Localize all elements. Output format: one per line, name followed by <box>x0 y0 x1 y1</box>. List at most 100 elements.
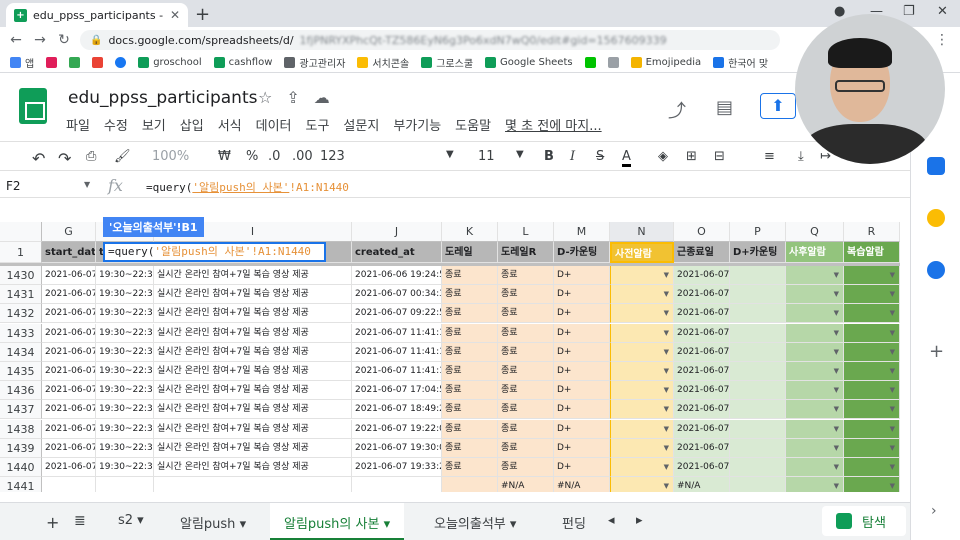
dropdown-arrow-icon[interactable]: ▼ <box>890 304 895 322</box>
table-cell[interactable]: D+ <box>554 438 610 458</box>
table-cell[interactable]: D+ <box>554 458 610 477</box>
menu-data[interactable]: 데이터 <box>256 115 292 134</box>
browser-tab[interactable]: + edu_ppss_participants - Google ✕ <box>6 3 188 27</box>
table-cell[interactable]: 종료 <box>442 419 498 439</box>
header-cell-k[interactable]: 도레일 <box>442 242 498 263</box>
table-cell[interactable]: 실시간 온라인 참여+7일 복습 영상 제공 <box>154 362 352 381</box>
table-cell[interactable]: ▼ <box>786 362 844 381</box>
bookmark-search-console[interactable]: 서치콘솔 <box>357 55 409 70</box>
table-cell[interactable]: D+ <box>554 419 610 439</box>
header-cell-l[interactable]: 도레일R <box>498 242 554 263</box>
menu-format[interactable]: 서식 <box>218 115 242 134</box>
cloud-status-icon[interactable]: ☁ <box>314 88 330 107</box>
bookmark-cashflow[interactable]: cashflow <box>213 57 272 68</box>
table-cell[interactable]: 2021-06-07 <box>42 304 96 324</box>
bookmark-apps[interactable]: 앱 <box>10 55 34 70</box>
font-size-chevron-icon[interactable]: ▼ <box>516 149 524 160</box>
table-cell[interactable]: 19:30~22:30 <box>96 458 154 477</box>
table-cell[interactable]: 실시간 온라인 참여+7일 복습 영상 제공 <box>154 458 352 477</box>
table-cell[interactable]: ▼ <box>610 438 674 458</box>
dropdown-arrow-icon[interactable]: ▼ <box>834 266 839 284</box>
increase-decimal-button[interactable]: .00 <box>292 149 313 164</box>
strikethrough-icon[interactable]: S <box>596 149 604 164</box>
row-header[interactable]: 1435 <box>0 362 42 381</box>
table-cell[interactable]: 실시간 온라인 참여+7일 복습 영상 제공 <box>154 438 352 458</box>
table-cell[interactable]: 실시간 온라인 참여+7일 복습 영상 제공 <box>154 400 352 420</box>
table-cell[interactable]: 2021-06-07 <box>42 285 96 305</box>
table-cell[interactable]: 종료 <box>498 400 554 420</box>
table-cell[interactable]: 2021-06-07 <box>42 381 96 401</box>
dropdown-arrow-icon[interactable]: ▼ <box>834 343 839 361</box>
dropdown-arrow-icon[interactable]: ▼ <box>890 381 895 399</box>
forward-icon[interactable]: → <box>28 32 52 48</box>
column-header-o[interactable]: O <box>674 222 730 242</box>
table-cell[interactable]: ▼ <box>844 362 900 381</box>
menu-help[interactable]: 도움말 <box>455 115 491 134</box>
dropdown-arrow-icon[interactable]: ▼ <box>664 343 669 361</box>
dropdown-arrow-icon[interactable]: ▼ <box>834 420 839 438</box>
reload-icon[interactable]: ↻ <box>52 32 76 48</box>
table-cell[interactable]: 종료 <box>498 438 554 458</box>
expand-panel-icon[interactable]: › <box>931 503 937 519</box>
table-cell[interactable]: 2021-06-07 <box>674 285 730 305</box>
table-cell[interactable]: 2021-06-07 <box>42 438 96 458</box>
column-header-k[interactable]: K <box>442 222 498 242</box>
table-cell[interactable]: 2021-06-07 <box>42 342 96 362</box>
table-cell[interactable]: ▼ <box>844 381 900 401</box>
explore-button[interactable]: 탐색 <box>822 506 906 536</box>
column-header-g[interactable]: G <box>42 222 96 242</box>
restore-icon[interactable]: ❐ <box>903 4 915 19</box>
comments-icon[interactable]: ▤ <box>716 97 733 118</box>
table-cell[interactable]: 실시간 온라인 참여+7일 복습 영상 제공 <box>154 304 352 324</box>
header-cell-q[interactable]: 사후알람 <box>786 242 844 263</box>
dropdown-arrow-icon[interactable]: ▼ <box>664 400 669 418</box>
dropdown-arrow-icon[interactable]: ▼ <box>834 285 839 303</box>
row-header[interactable]: 1441 <box>0 477 42 492</box>
row-header[interactable]: 1 <box>0 242 42 263</box>
table-cell[interactable]: D+ <box>554 362 610 381</box>
table-cell[interactable] <box>730 477 786 492</box>
table-cell[interactable] <box>96 477 154 492</box>
dropdown-arrow-icon[interactable]: ▼ <box>834 381 839 399</box>
table-cell[interactable]: 종료 <box>442 323 498 343</box>
table-cell[interactable]: 종료 <box>442 362 498 381</box>
row-header[interactable]: 1440 <box>0 458 42 477</box>
table-cell[interactable]: 2021-06-07 19:30:00 <box>352 438 442 458</box>
name-box[interactable]: F2 <box>6 179 91 193</box>
header-cell-p[interactable]: D+카운팅 <box>730 242 786 263</box>
table-cell[interactable]: 19:30~22:30 <box>96 400 154 420</box>
trending-icon[interactable]: ⤴ <box>668 97 686 123</box>
present-button[interactable]: ⬆ <box>760 93 796 119</box>
column-header-l[interactable]: L <box>498 222 554 242</box>
currency-button[interactable]: ₩ <box>218 149 231 164</box>
table-cell[interactable] <box>730 323 786 343</box>
cell-editor[interactable]: =query('알림push의 사본'!A1:N1440 <box>103 242 326 262</box>
table-cell[interactable]: 종료 <box>442 381 498 401</box>
menu-addons[interactable]: 부가기능 <box>393 115 441 134</box>
row-header[interactable]: 1437 <box>0 400 42 420</box>
bookmark-emojipedia[interactable]: Emojipedia <box>630 57 701 68</box>
table-cell[interactable]: 2021-06-07 <box>674 438 730 458</box>
column-header-q[interactable]: Q <box>786 222 844 242</box>
menu-forms[interactable]: 설문지 <box>343 115 379 134</box>
dropdown-arrow-icon[interactable]: ▼ <box>890 324 895 342</box>
table-cell[interactable]: 2021-06-07 17:04:57 <box>352 381 442 401</box>
dropdown-arrow-icon[interactable]: ▼ <box>834 304 839 322</box>
table-cell[interactable] <box>42 477 96 492</box>
table-cell[interactable]: 2021-06-07 <box>674 304 730 324</box>
table-cell[interactable]: 종료 <box>498 285 554 305</box>
table-cell[interactable]: 2021-06-07 <box>674 323 730 343</box>
dropdown-arrow-icon[interactable]: ▼ <box>664 381 669 399</box>
table-cell[interactable]: ▼ <box>610 323 674 343</box>
table-cell[interactable] <box>730 304 786 324</box>
borders-icon[interactable]: ⊞ <box>686 149 697 164</box>
scroll-tabs-right-icon[interactable]: ▸ <box>636 513 643 528</box>
dropdown-arrow-icon[interactable]: ▼ <box>664 362 669 380</box>
table-cell[interactable]: D+ <box>554 304 610 324</box>
table-cell[interactable]: 2021-06-07 11:41:15 <box>352 362 442 381</box>
bookmark-ads[interactable]: 광고관리자 <box>284 55 345 70</box>
table-cell[interactable]: 종료 <box>442 342 498 362</box>
table-cell[interactable]: 종료 <box>442 438 498 458</box>
table-cell[interactable]: ▼ <box>786 342 844 362</box>
row-header[interactable]: 1439 <box>0 438 42 458</box>
